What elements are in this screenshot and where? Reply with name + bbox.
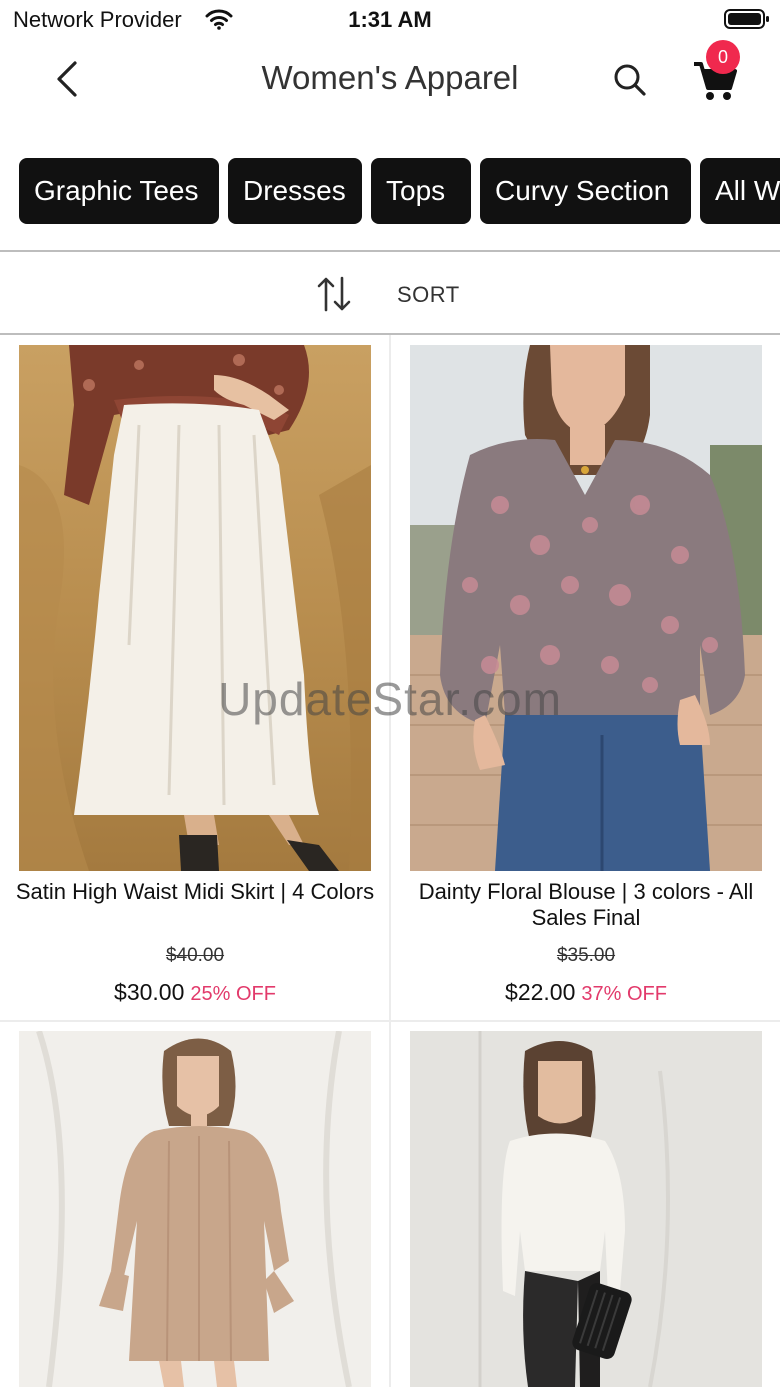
category-bar: Graphic Tees Dresses Tops Curvy Section …: [0, 158, 780, 226]
back-button[interactable]: [44, 54, 88, 104]
product-card[interactable]: [0, 1021, 390, 1387]
discount-label: 25% OFF: [190, 983, 276, 1005]
product-card[interactable]: Dainty Floral Blouse | 3 colors - All Sa…: [391, 335, 780, 1020]
divider: [0, 250, 780, 252]
sale-price: $22.00: [505, 979, 576, 1005]
category-chip-curvy-section[interactable]: Curvy Section: [480, 158, 691, 224]
product-image[interactable]: [19, 345, 371, 871]
cart-count-badge: 0: [706, 40, 740, 74]
sort-label: SORT: [397, 282, 460, 307]
search-button[interactable]: [608, 58, 652, 102]
product-card[interactable]: Satin High Waist Midi Skirt | 4 Colors $…: [0, 335, 390, 1020]
status-bar: Network Provider 1:31 AM: [0, 0, 780, 40]
battery-icon: [724, 9, 769, 29]
category-chip-graphic-tees[interactable]: Graphic Tees: [19, 158, 219, 224]
category-chip-tops[interactable]: Tops: [371, 158, 471, 224]
sort-bar: SORT: [0, 253, 780, 333]
status-time: 1:31 AM: [348, 7, 432, 32]
sort-button[interactable]: SORT: [310, 271, 480, 317]
product-image[interactable]: [19, 1031, 371, 1387]
product-photo: [410, 1031, 762, 1387]
product-photo: [19, 345, 371, 871]
sort-icon: [317, 276, 351, 312]
category-chip-all[interactable]: All W: [700, 158, 780, 224]
chevron-left-icon: [57, 61, 77, 97]
product-image[interactable]: [410, 1031, 762, 1387]
category-chip-dresses[interactable]: Dresses: [228, 158, 362, 224]
price-row: $30.00 25% OFF: [0, 979, 390, 1006]
product-name[interactable]: Dainty Floral Blouse | 3 colors - All Sa…: [405, 879, 767, 931]
original-price: $35.00: [556, 945, 616, 966]
page-title: Women's Apparel: [261, 59, 519, 96]
product-name[interactable]: Satin High Waist Midi Skirt | 4 Colors: [14, 879, 376, 905]
product-photo: [19, 1031, 371, 1387]
product-card[interactable]: [391, 1021, 780, 1387]
sale-price: $30.00: [114, 979, 185, 1005]
discount-label: 37% OFF: [581, 983, 667, 1005]
product-photo: [410, 345, 762, 871]
nav-bar: Women's Apparel: [0, 40, 780, 120]
price-row: $22.00 37% OFF: [391, 979, 780, 1006]
product-image[interactable]: [410, 345, 762, 871]
search-icon: [614, 64, 646, 96]
original-price: $40.00: [165, 945, 225, 966]
